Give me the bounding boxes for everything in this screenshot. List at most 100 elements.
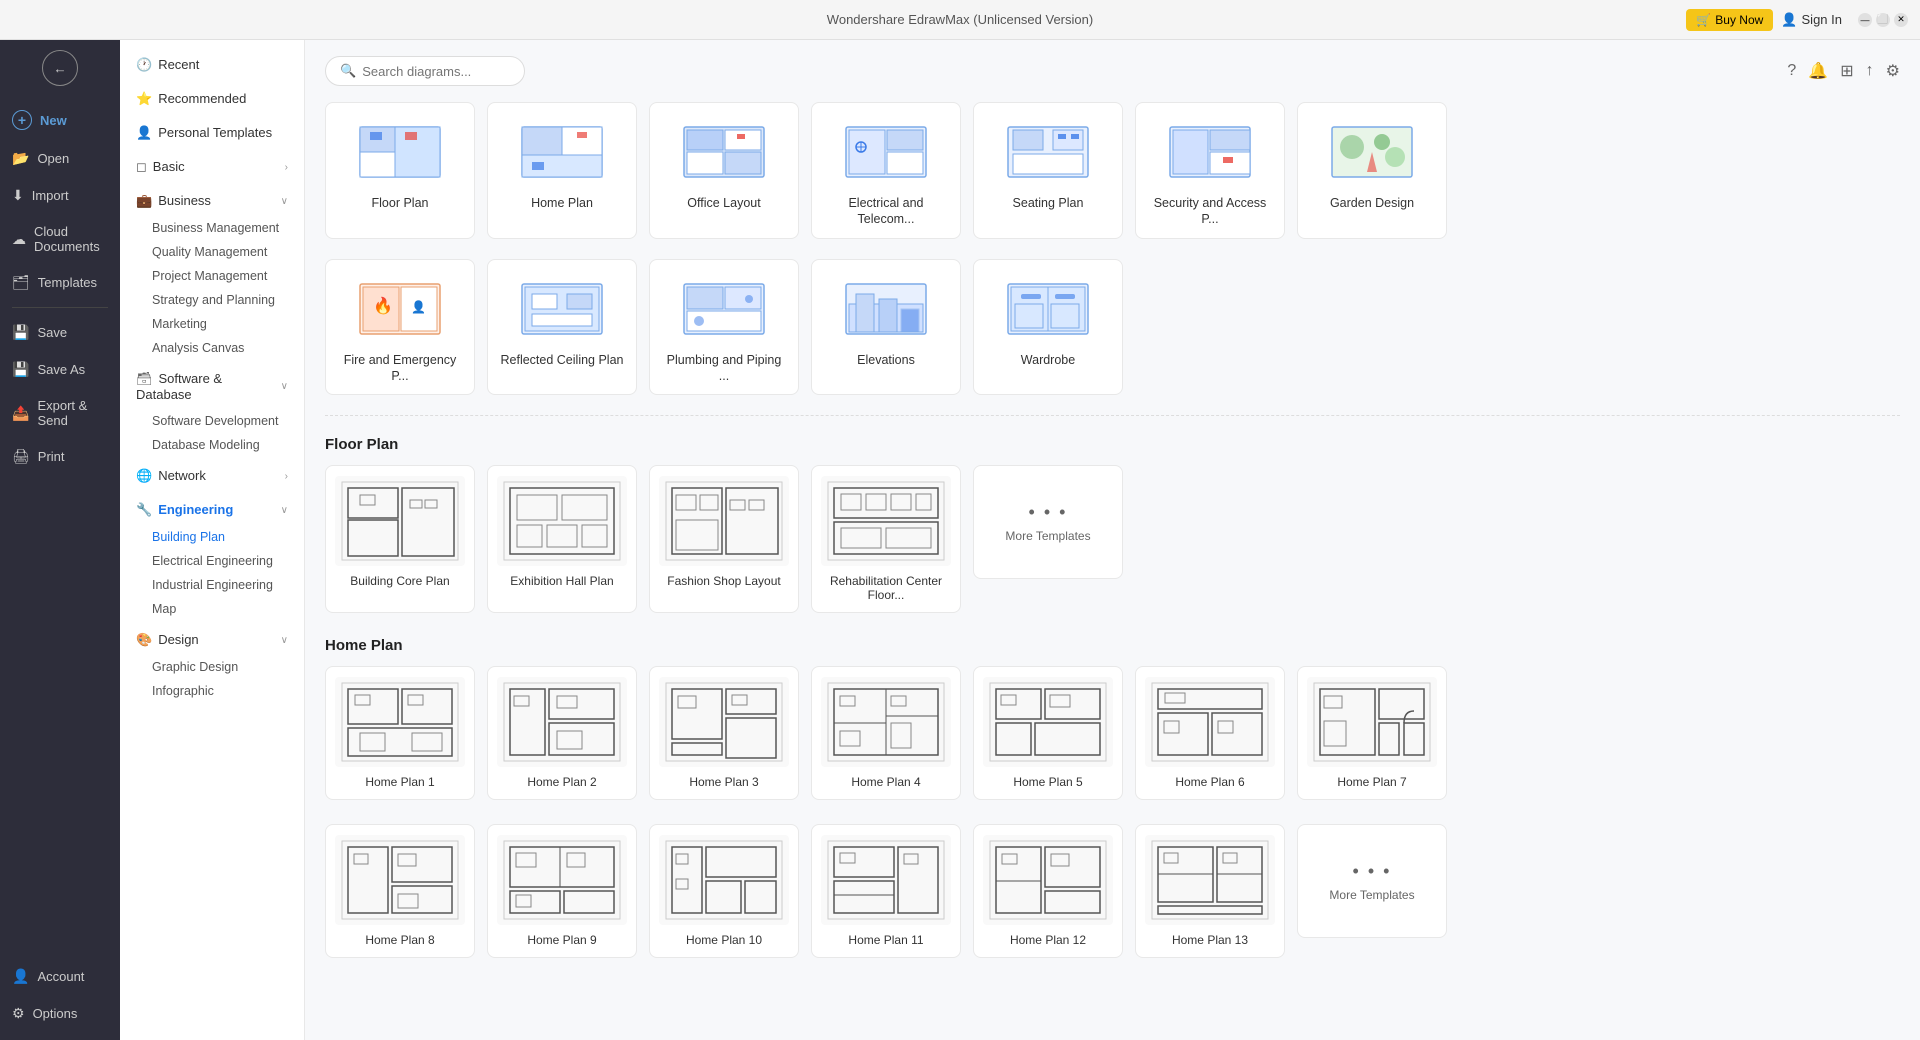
template-exhibition-hall[interactable]: Exhibition Hall Plan — [487, 465, 637, 613]
sidebar-engineering-header[interactable]: 🔧Engineering ∨ — [120, 495, 304, 525]
category-card-wardrobe[interactable]: Wardrobe — [973, 259, 1123, 396]
template-home-plan-5[interactable]: Home Plan 5 — [973, 666, 1123, 800]
sidebar-sub-ac[interactable]: Analysis Canvas — [120, 336, 304, 360]
category-card-garden[interactable]: Garden Design — [1297, 102, 1447, 239]
engineering-icon: 🔧 — [136, 502, 152, 517]
template-home-plan-2[interactable]: Home Plan 2 — [487, 666, 637, 800]
template-home-plan-3[interactable]: Home Plan 3 — [649, 666, 799, 800]
template-home-plan-7[interactable]: Home Plan 7 — [1297, 666, 1447, 800]
sidebar-section-business: 💼Business ∨ Business Management Quality … — [120, 184, 304, 362]
home-plan-12-label: Home Plan 12 — [1010, 933, 1086, 947]
home-plan-section-title: Home Plan — [325, 637, 1900, 654]
office-layout-label: Office Layout — [687, 195, 760, 211]
template-fashion-shop[interactable]: Fashion Shop Layout — [649, 465, 799, 613]
sidebar-sub-sd[interactable]: Software Development — [120, 409, 304, 433]
sidebar-basic-header[interactable]: ◻Basic › — [120, 152, 304, 182]
help-icon[interactable]: ? — [1787, 62, 1796, 80]
sidebar-sub-qm[interactable]: Quality Management — [120, 240, 304, 264]
back-button[interactable]: ← — [42, 50, 78, 86]
sidebar-recommended-header[interactable]: ⭐Recommended — [120, 84, 304, 114]
home-plan-9-img — [497, 835, 627, 925]
sidebar-network-header[interactable]: 🌐Network › — [120, 461, 304, 491]
sidebar-sub-ee[interactable]: Electrical Engineering — [120, 549, 304, 573]
category-card-fire[interactable]: 🔥 👤 Fire and Emergency P... — [325, 259, 475, 396]
sidebar-business-header[interactable]: 💼Business ∨ — [120, 186, 304, 216]
category-card-office-layout[interactable]: Office Layout — [649, 102, 799, 239]
sidebar-item-export[interactable]: 📤 Export & Send — [0, 390, 120, 436]
template-home-plan-13[interactable]: Home Plan 13 — [1135, 824, 1285, 958]
template-home-plan-12[interactable]: Home Plan 12 — [973, 824, 1123, 958]
sidebar-software-header[interactable]: 🗃Software & Database ∨ — [120, 364, 304, 409]
search-input[interactable] — [362, 64, 510, 79]
sidebar-item-templates[interactable]: 🗂 Templates — [0, 266, 120, 299]
grid-icon[interactable]: ⊞ — [1840, 61, 1853, 81]
toolbar-right-icons: ? 🔔 ⊞ ↑ ⚙ — [1787, 61, 1900, 81]
category-card-home-plan[interactable]: Home Plan — [487, 102, 637, 239]
sidebar-recent-header[interactable]: 🕐Recent — [120, 50, 304, 80]
software-chevron: ∨ — [281, 381, 288, 392]
sidebar-sub-bm[interactable]: Business Management — [120, 216, 304, 240]
titlebar-right: 🛒 Buy Now 👤 Sign In — ⬜ ✕ — [1686, 9, 1908, 31]
category-card-seating[interactable]: Seating Plan — [973, 102, 1123, 239]
notification-icon[interactable]: 🔔 — [1808, 61, 1828, 81]
sidebar-item-options[interactable]: ⚙ Options — [0, 997, 120, 1030]
template-home-plan-6[interactable]: Home Plan 6 — [1135, 666, 1285, 800]
sign-in-button[interactable]: 👤 Sign In — [1781, 12, 1842, 28]
sidebar-sub-gd[interactable]: Graphic Design — [120, 655, 304, 679]
sidebar-item-import[interactable]: ⬇ Import — [0, 179, 120, 212]
template-home-plan-9[interactable]: Home Plan 9 — [487, 824, 637, 958]
sidebar-sub-ie[interactable]: Industrial Engineering — [120, 573, 304, 597]
sidebar-item-save[interactable]: 💾 Save — [0, 316, 120, 349]
search-box[interactable]: 🔍 — [325, 56, 525, 86]
sidebar-item-saveas[interactable]: 💾 Save As — [0, 353, 120, 386]
floor-plan-more-templates[interactable]: • • • More Templates — [973, 465, 1123, 579]
sidebar-sub-info[interactable]: Infographic — [120, 679, 304, 703]
template-home-plan-4[interactable]: Home Plan 4 — [811, 666, 961, 800]
close-button[interactable]: ✕ — [1894, 13, 1908, 27]
template-home-plan-10[interactable]: Home Plan 10 — [649, 824, 799, 958]
maximize-button[interactable]: ⬜ — [1876, 13, 1890, 27]
sidebar-sub-mk[interactable]: Marketing — [120, 312, 304, 336]
category-card-security[interactable]: Security and Access P... — [1135, 102, 1285, 239]
sidebar-sub-map[interactable]: Map — [120, 597, 304, 621]
category-grid-row2: 🔥 👤 Fire and Emergency P... Re — [325, 259, 1900, 396]
category-card-electrical[interactable]: Electrical and Telecom... — [811, 102, 961, 239]
home-plan-13-label: Home Plan 13 — [1172, 933, 1248, 947]
category-card-ceiling[interactable]: Reflected Ceiling Plan — [487, 259, 637, 396]
sidebar-sub-dm[interactable]: Database Modeling — [120, 433, 304, 457]
home-plan-more-templates[interactable]: • • • More Templates — [1297, 824, 1447, 938]
template-home-plan-1[interactable]: Home Plan 1 — [325, 666, 475, 800]
home-plan-7-img — [1307, 677, 1437, 767]
sidebar-design-header[interactable]: 🎨Design ∨ — [120, 625, 304, 655]
buy-now-button[interactable]: 🛒 Buy Now — [1686, 9, 1773, 31]
template-building-core[interactable]: Building Core Plan — [325, 465, 475, 613]
template-rehabilitation[interactable]: Rehabilitation Center Floor... — [811, 465, 961, 613]
rehabilitation-label: Rehabilitation Center Floor... — [822, 574, 950, 602]
sidebar-item-open[interactable]: 📂 Open — [0, 142, 120, 175]
template-home-plan-11[interactable]: Home Plan 11 — [811, 824, 961, 958]
saveas-icon: 💾 — [12, 361, 29, 378]
wardrobe-image — [998, 274, 1098, 344]
template-home-plan-8[interactable]: Home Plan 8 — [325, 824, 475, 958]
import-icon: ⬇ — [12, 187, 24, 204]
seating-image — [998, 117, 1098, 187]
fire-image: 🔥 👤 — [350, 274, 450, 344]
category-card-elevations[interactable]: Elevations — [811, 259, 961, 396]
sidebar-item-cloud[interactable]: ☁ Cloud Documents — [0, 216, 120, 262]
category-card-plumbing[interactable]: Plumbing and Piping ... — [649, 259, 799, 396]
sidebar-item-print[interactable]: 🖨 Print — [0, 440, 120, 473]
minimize-button[interactable]: — — [1858, 13, 1872, 27]
sidebar-sub-bp[interactable]: Building Plan — [120, 525, 304, 549]
sidebar-personal-header[interactable]: 👤Personal Templates — [120, 118, 304, 148]
category-card-floor-plan[interactable]: Floor Plan — [325, 102, 475, 239]
sidebar-item-new[interactable]: + New — [0, 102, 120, 138]
sidebar-item-account[interactable]: 👤 Account — [0, 960, 120, 993]
exhibition-hall-label: Exhibition Hall Plan — [510, 574, 613, 588]
sidebar-sub-sp[interactable]: Strategy and Planning — [120, 288, 304, 312]
fire-label: Fire and Emergency P... — [336, 352, 464, 385]
share-icon[interactable]: ↑ — [1866, 62, 1874, 80]
floor-plan-templates: Building Core Plan Exhibition Hall Plan — [325, 465, 1900, 613]
settings-icon[interactable]: ⚙ — [1886, 61, 1900, 81]
sidebar-sub-pm[interactable]: Project Management — [120, 264, 304, 288]
home-plan-image — [512, 117, 612, 187]
